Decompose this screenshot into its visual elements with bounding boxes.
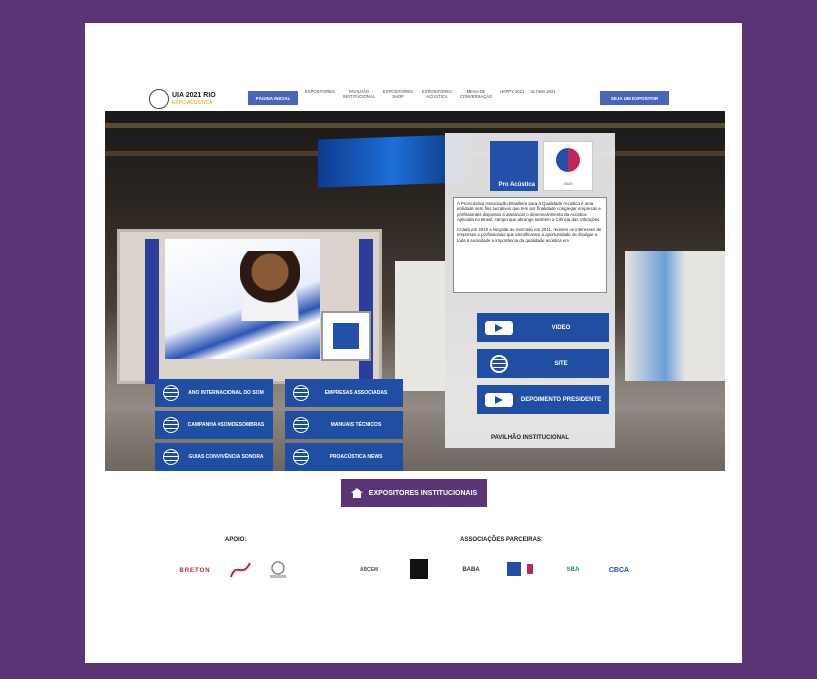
wave-logo-icon — [230, 562, 251, 578]
background-booth — [395, 261, 445, 391]
nav-link-mesa[interactable]: MESA DE CONVERSAÇÃO — [459, 89, 493, 99]
expositores-institucionais-button[interactable]: EXPOSITORES INSTITUCIONAIS — [341, 479, 487, 507]
breton-logo[interactable]: BRETON — [170, 563, 220, 579]
sba-logo[interactable]: SBA — [555, 561, 591, 579]
globe-icon — [163, 449, 179, 465]
nav-link-happy[interactable]: HAPPY 2021 — [498, 89, 526, 94]
booth-button-label: MANUAIS TÉCNICOS — [330, 422, 382, 428]
proacustica-logo: Pro Acústica — [490, 141, 538, 191]
site-logo[interactable]: UIA 2021 RIO EXPO ACUSTICA — [149, 87, 231, 111]
apoio-logo-3[interactable] — [265, 559, 291, 581]
globe-icon — [293, 385, 309, 401]
logo-title: UIA 2021 RIO — [172, 92, 216, 99]
home-button[interactable]: PÁGINA INICIAL — [248, 91, 298, 105]
logo-subtitle: EXPO ACUSTICA — [172, 100, 213, 106]
apoio-logo-2[interactable] — [228, 559, 254, 581]
nav-link-expositores-acustica[interactable]: EXPOSITORES ACÚSTICA — [420, 89, 454, 99]
event-2020-logo: 2020 — [543, 141, 593, 191]
become-exhibitor-button[interactable]: SEJA UM EXPOSITOR — [600, 91, 669, 105]
poster-person — [240, 251, 300, 321]
booth-button-label: GUIAS CONVIVÊNCIA SONORA — [188, 454, 264, 460]
top-navigation: UIA 2021 RIO EXPO ACUSTICA PÁGINA INICIA… — [85, 23, 742, 111]
play-icon — [485, 320, 513, 335]
background-booth — [625, 251, 725, 381]
site-button-label: SITE — [554, 360, 568, 367]
globe-icon — [163, 417, 179, 433]
nav-link-pavilhao[interactable]: PAVILHÃO INSTITUCIONAL — [342, 89, 376, 99]
depoimento-button-label: DEPOIMENTO PRESIDENTE — [520, 396, 602, 403]
abcem-logo[interactable]: ABCEM — [347, 561, 391, 579]
associacoes-title: ASSOCIAÇÕES PARCEIRAS: — [460, 537, 543, 543]
empresas-associadas-button[interactable]: EMPRESAS ASSOCIADAS — [285, 379, 403, 407]
page-frame: UIA 2021 RIO EXPO ACUSTICA PÁGINA INICIA… — [85, 23, 742, 663]
proacustica-news-button[interactable]: PROACÚSTICA NEWS — [285, 443, 403, 471]
manuais-tecnicos-button[interactable]: MANUAIS TÉCNICOS — [285, 411, 403, 439]
depoimento-button[interactable]: DEPOIMENTO PRESIDENTE — [477, 385, 609, 414]
home-icon — [350, 488, 363, 498]
globe-icon — [293, 417, 309, 433]
cta-label: EXPOSITORES INSTITUCIONAIS — [368, 489, 478, 497]
booth-button-label: PROACÚSTICA NEWS — [329, 454, 383, 460]
ano-internacional-button[interactable]: ANO INTERNACIONAL DO SOM — [155, 379, 273, 407]
nav-link-expositores[interactable]: EXPOSITORES — [303, 89, 337, 94]
panel-caption: PAVILHÃO INSTITUCIONAL — [490, 435, 570, 441]
description-paragraph: A ProAcústica Associação Brasileira para… — [457, 201, 601, 222]
apoio-title: APOIO: — [225, 537, 247, 543]
booth-button-label: ANO INTERNACIONAL DO SOM — [188, 390, 264, 396]
associacao-logo-2[interactable] — [410, 559, 428, 579]
nav-link-ultima[interactable]: ÚLTIMA 2021 — [528, 89, 558, 94]
video-button[interactable]: VIDEO — [477, 313, 609, 342]
logo-emblem-icon — [149, 89, 169, 109]
site-button[interactable]: SITE — [477, 349, 609, 378]
booth-button-label: EMPRESAS ASSOCIADAS — [324, 390, 388, 396]
seal-logo-icon — [270, 561, 286, 578]
ceiling-beam — [105, 123, 725, 128]
video-button-label: VIDEO — [551, 324, 571, 331]
globe-icon — [293, 449, 309, 465]
description-paragraph: Criada em 2010 e lançada ao mercado em 2… — [457, 227, 602, 243]
globe-icon — [490, 354, 508, 373]
globe-icon — [163, 385, 179, 401]
play-icon — [485, 392, 513, 407]
exhibitor-description[interactable]: A ProAcústica Associação Brasileira para… — [453, 197, 607, 293]
nav-link-expositores-shop[interactable]: EXPOSITORES SHOP — [381, 89, 415, 99]
campanha-button[interactable]: CAMPANHA #SOMDESOMBRAS — [155, 411, 273, 439]
blue-square-logo-icon — [507, 562, 533, 576]
cbca-logo[interactable]: CBCA — [597, 561, 641, 579]
booth-pillar — [145, 239, 159, 384]
virtual-hall-scene: ANO INTERNACIONAL DO SOM EMPRESAS ASSOCI… — [105, 111, 725, 471]
booth-sign-logo — [321, 311, 371, 361]
exhibitor-info-panel: Pro Acústica 2020 A ProAcústica Associaç… — [445, 133, 615, 448]
booth-button-label: CAMPANHA #SOMDESOMBRAS — [187, 422, 265, 428]
baba-logo[interactable]: BABA — [451, 559, 491, 581]
guias-convivencia-button[interactable]: GUIAS CONVIVÊNCIA SONORA — [155, 443, 273, 471]
associacao-logo-4[interactable] — [505, 559, 545, 581]
